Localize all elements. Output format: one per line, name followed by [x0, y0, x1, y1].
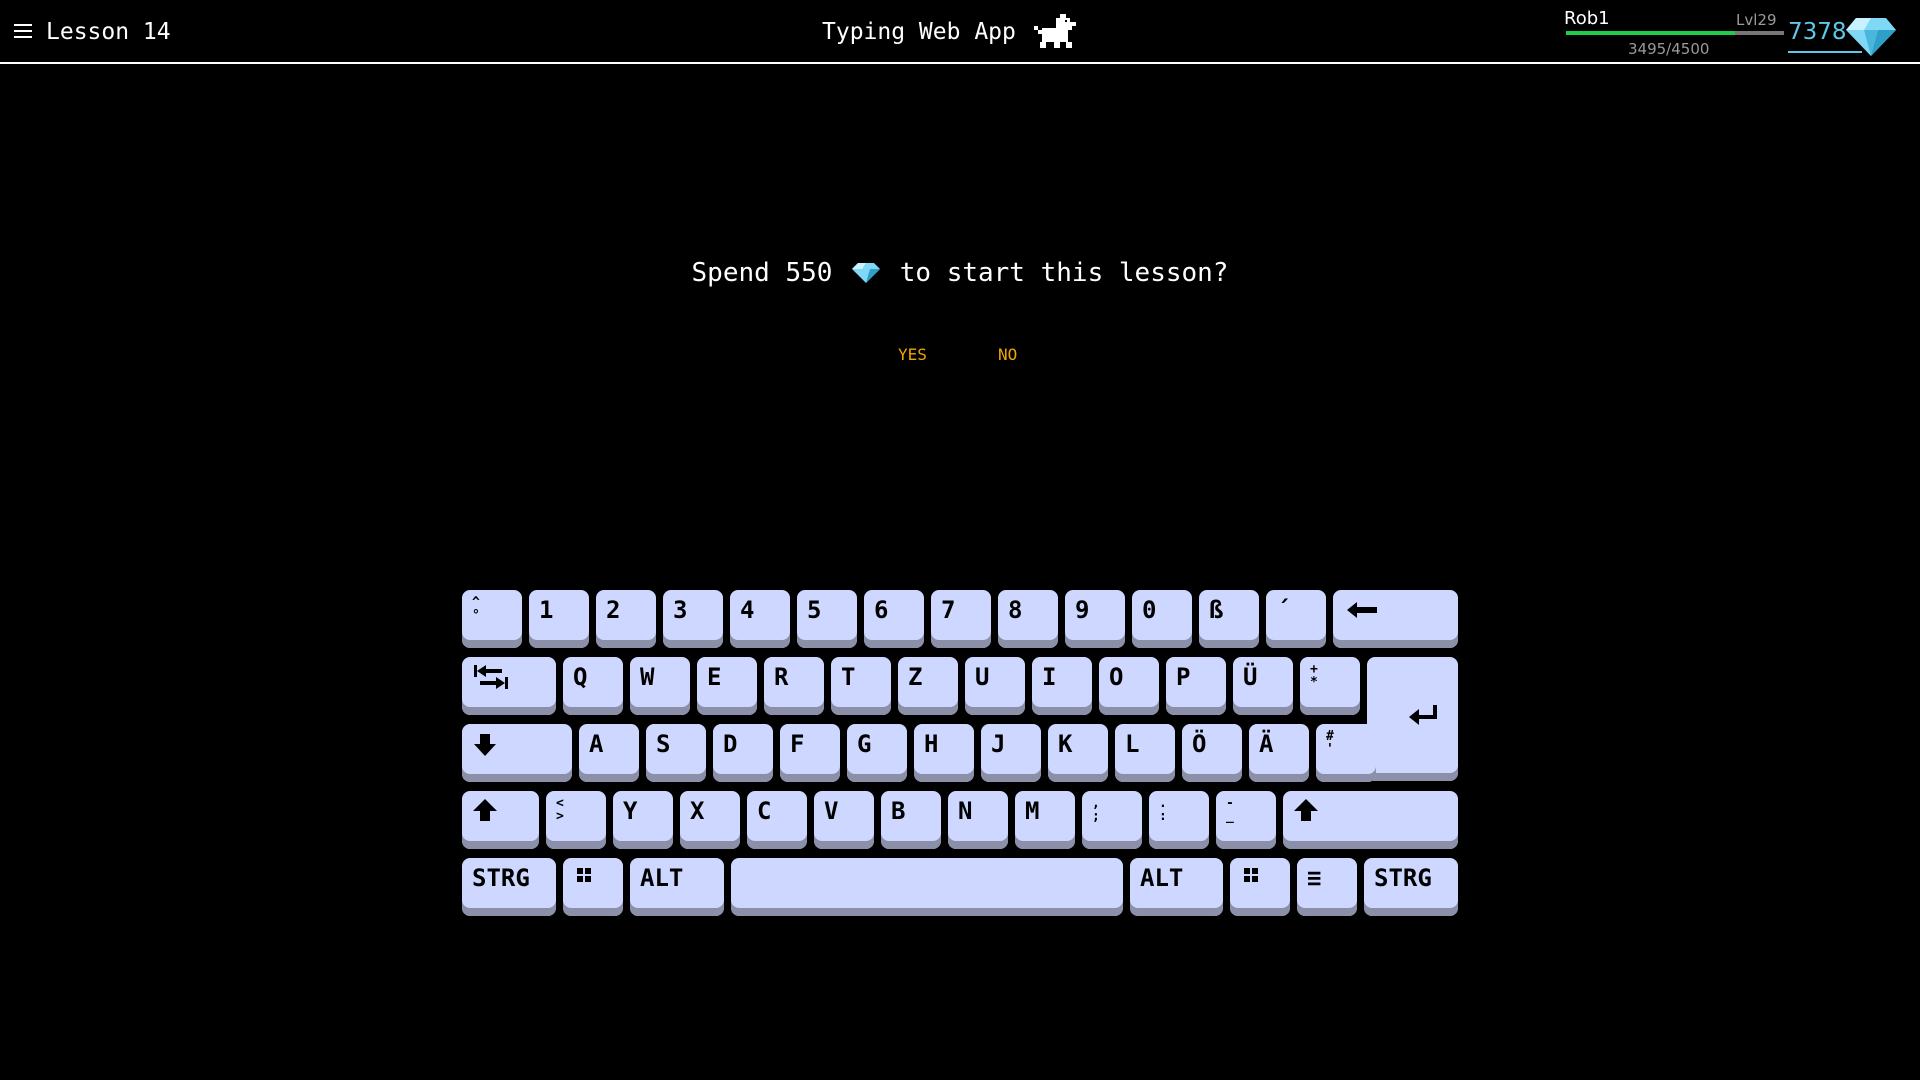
key-f[interactable]: F	[780, 724, 840, 782]
key-w[interactable]: W	[630, 657, 690, 715]
key-x[interactable]: X	[680, 791, 740, 849]
key-a[interactable]: A	[579, 724, 639, 782]
spend-prompt: Spend 550 to start this lesson?	[0, 258, 1920, 288]
windows-icon	[1244, 868, 1258, 882]
user-level: Lvl29	[1736, 11, 1777, 29]
key-g[interactable]: G	[847, 724, 907, 782]
virtual-keyboard: ^ ° 1 2 3 4 5 6 7 8 9 0 ß ´ Q W E R T Z …	[462, 590, 1458, 916]
key-7[interactable]: 7	[931, 590, 991, 648]
key-minus[interactable]: - _	[1216, 791, 1276, 849]
key-m[interactable]: M	[1015, 791, 1075, 849]
xp-progress-fill	[1566, 31, 1736, 35]
key-caret[interactable]: ^ °	[462, 590, 522, 648]
key-left-alt[interactable]: ALT	[630, 858, 724, 916]
user-name: Rob1	[1564, 8, 1610, 29]
key-sharp-s[interactable]: ß	[1199, 590, 1259, 648]
key-5[interactable]: 5	[797, 590, 857, 648]
key-left-ctrl[interactable]: STRG	[462, 858, 556, 916]
key-right-ctrl[interactable]: STRG	[1364, 858, 1458, 916]
menu-icon[interactable]	[14, 24, 32, 38]
app-title: Typing Web App	[822, 19, 1016, 45]
key-k[interactable]: K	[1048, 724, 1108, 782]
key-d[interactable]: D	[713, 724, 773, 782]
key-right-windows[interactable]	[1230, 858, 1290, 916]
key-tab[interactable]	[462, 657, 556, 715]
key-o[interactable]: O	[1099, 657, 1159, 715]
key-acute[interactable]: ´	[1266, 590, 1326, 648]
key-comma[interactable]: , ;	[1082, 791, 1142, 849]
key-right-alt[interactable]: ALT	[1130, 858, 1223, 916]
key-u[interactable]: U	[965, 657, 1025, 715]
key-s[interactable]: S	[646, 724, 706, 782]
dog-icon	[1034, 14, 1076, 48]
gem-count[interactable]: 7378	[1788, 19, 1847, 45]
key-r[interactable]: R	[764, 657, 824, 715]
key-8[interactable]: 8	[998, 590, 1058, 648]
key-l[interactable]: L	[1115, 724, 1175, 782]
xp-progress-bar	[1566, 31, 1784, 35]
xp-text: 3495/4500	[1628, 40, 1710, 58]
key-c[interactable]: C	[747, 791, 807, 849]
key-t[interactable]: T	[831, 657, 891, 715]
prompt-text-before: Spend 550	[691, 258, 833, 288]
key-n[interactable]: N	[948, 791, 1008, 849]
key-9[interactable]: 9	[1065, 590, 1125, 648]
lesson-title: Lesson 14	[46, 19, 171, 45]
tab-icon	[474, 665, 508, 689]
key-u-umlaut[interactable]: Ü	[1233, 657, 1293, 715]
key-angle-brackets[interactable]: < >	[546, 791, 606, 849]
shift-icon	[473, 799, 497, 821]
prompt-text-after: to start this lesson?	[899, 258, 1229, 288]
key-j[interactable]: J	[981, 724, 1041, 782]
key-3[interactable]: 3	[663, 590, 723, 648]
key-p[interactable]: P	[1166, 657, 1226, 715]
caps-lock-icon	[474, 734, 496, 756]
key-z[interactable]: Z	[898, 657, 958, 715]
shift-icon	[1294, 799, 1318, 821]
key-backspace[interactable]	[1333, 590, 1458, 648]
key-a-umlaut[interactable]: Ä	[1249, 724, 1309, 782]
key-v[interactable]: V	[814, 791, 874, 849]
no-button[interactable]: NO	[998, 345, 1017, 364]
key-i[interactable]: I	[1032, 657, 1092, 715]
key-o-umlaut[interactable]: Ö	[1182, 724, 1242, 782]
key-plus[interactable]: + *	[1300, 657, 1360, 715]
key-left-windows[interactable]	[563, 858, 623, 916]
key-space[interactable]	[731, 858, 1123, 916]
backspace-icon	[1347, 602, 1377, 618]
key-2[interactable]: 2	[596, 590, 656, 648]
key-b[interactable]: B	[881, 791, 941, 849]
diamond-icon	[1846, 18, 1896, 56]
key-hash[interactable]: # '	[1316, 724, 1376, 782]
key-q[interactable]: Q	[563, 657, 623, 715]
key-left-shift[interactable]	[462, 791, 539, 849]
key-6[interactable]: 6	[864, 590, 924, 648]
key-right-shift[interactable]	[1283, 791, 1458, 849]
windows-icon	[577, 868, 591, 882]
key-caps-lock[interactable]	[462, 724, 572, 782]
key-e[interactable]: E	[697, 657, 757, 715]
key-menu[interactable]: ≡	[1297, 858, 1357, 916]
yes-button[interactable]: YES	[898, 345, 927, 364]
key-1[interactable]: 1	[529, 590, 589, 648]
key-0[interactable]: 0	[1132, 590, 1192, 648]
key-y[interactable]: Y	[613, 791, 673, 849]
top-bar: Lesson 14 Typing Web App Rob1 Lvl29 3495…	[0, 0, 1920, 64]
key-enter[interactable]	[1367, 657, 1458, 781]
key-4[interactable]: 4	[730, 590, 790, 648]
key-period[interactable]: . :	[1149, 791, 1209, 849]
enter-icon	[1409, 705, 1437, 725]
key-h[interactable]: H	[914, 724, 974, 782]
diamond-icon	[852, 263, 881, 283]
